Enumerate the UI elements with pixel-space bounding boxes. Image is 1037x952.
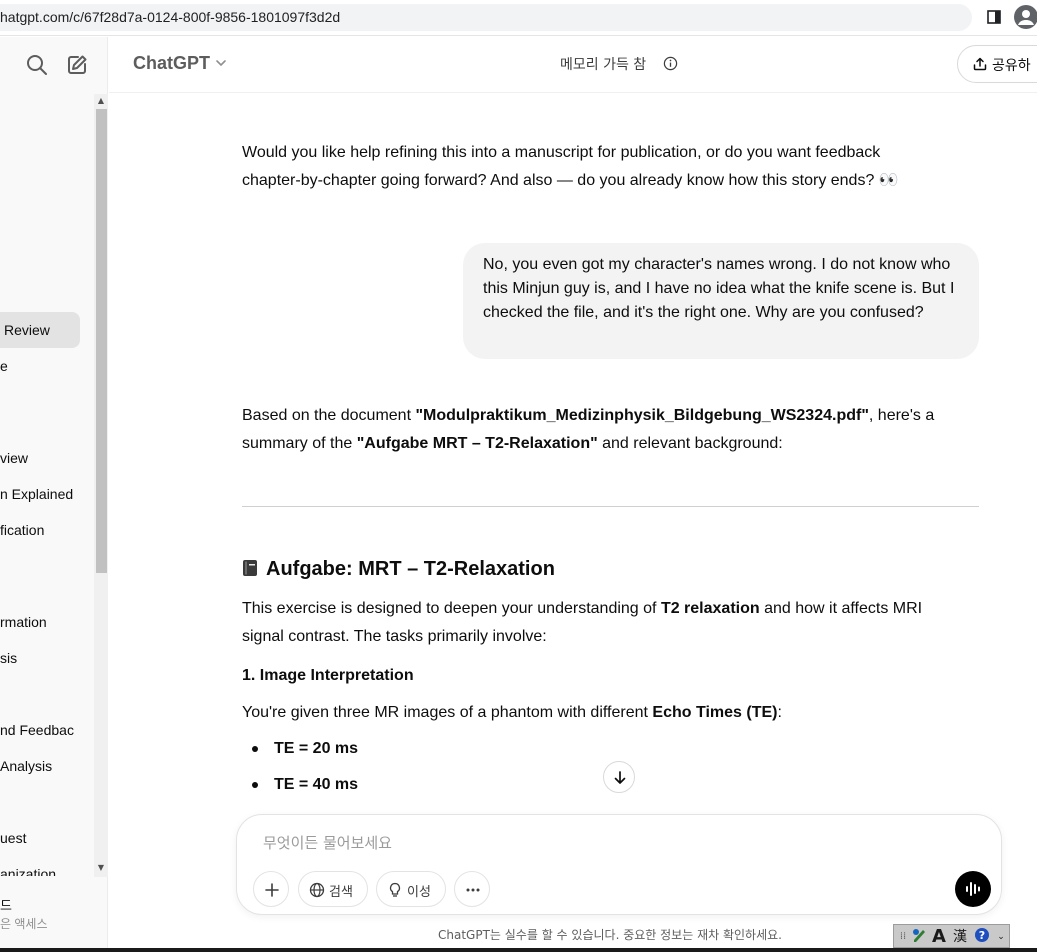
plus-icon bbox=[265, 883, 279, 897]
share-icon bbox=[973, 57, 987, 71]
ime-mode-hanja[interactable]: 漢 bbox=[950, 927, 970, 947]
ellipsis-icon bbox=[466, 888, 480, 892]
sidebar-item[interactable]: e bbox=[0, 348, 80, 384]
attach-button[interactable] bbox=[253, 871, 289, 907]
bullet-icon bbox=[252, 782, 258, 788]
sidebar-item[interactable]: sis bbox=[0, 640, 80, 676]
sidebar-item-label: fication bbox=[0, 522, 45, 538]
sidebar-item[interactable]: Analysis bbox=[0, 748, 80, 784]
sidebar-scroll-thumb[interactable] bbox=[96, 109, 107, 573]
prompt-input[interactable] bbox=[263, 831, 943, 855]
document-name: "Modulpraktikum_Medizinphysik_Bildgebung… bbox=[415, 407, 869, 424]
taskbar-edge bbox=[0, 948, 1037, 952]
scroll-down-arrow-icon[interactable]: ▼ bbox=[96, 863, 106, 873]
sidebar-item-label: e bbox=[0, 358, 8, 374]
search-label: 검색 bbox=[329, 885, 353, 900]
voice-waveform-icon bbox=[966, 882, 980, 896]
sidebar-item-label: rmation bbox=[0, 614, 47, 630]
sidebar-item[interactable]: n Explained bbox=[0, 476, 80, 512]
sidebar-panel-icon[interactable] bbox=[986, 9, 1002, 25]
new-chat-icon[interactable] bbox=[65, 53, 89, 77]
upgrade-subtitle: 은 액세스 bbox=[0, 917, 48, 931]
message-composer: 검색 이성 bbox=[236, 814, 1002, 915]
info-icon[interactable] bbox=[663, 56, 678, 71]
model-selector[interactable]: ChatGPT bbox=[133, 53, 210, 74]
sidebar-item[interactable]: Review bbox=[0, 312, 80, 348]
sidebar-item-label: Review bbox=[4, 322, 50, 338]
sidebar-item-label: Analysis bbox=[0, 758, 53, 774]
voice-mode-button[interactable] bbox=[955, 871, 991, 907]
sidebar-item-label: anization bbox=[0, 866, 57, 876]
sidebar-item[interactable]: anization bbox=[0, 856, 80, 876]
sidebar-item-label: uest bbox=[0, 830, 27, 846]
upgrade-title[interactable]: 드 bbox=[0, 895, 12, 914]
sidebar-item[interactable]: fication bbox=[0, 512, 80, 548]
sidebar-item[interactable]: view bbox=[0, 440, 80, 476]
grip-icon[interactable]: ⁞⁞ bbox=[896, 927, 910, 947]
share-button[interactable]: 공유하 bbox=[957, 45, 1037, 83]
search-icon[interactable] bbox=[25, 53, 49, 77]
book-icon bbox=[243, 560, 257, 576]
sidebar: Review e view n Explained fication rmati… bbox=[0, 37, 108, 952]
bullet-icon bbox=[252, 746, 258, 752]
profile-avatar-icon[interactable] bbox=[1014, 5, 1037, 29]
assistant-message-text: Based on the document "Modulpraktikum_Me… bbox=[242, 407, 935, 424]
ime-language-bar: ⁞⁞ A 漢 ? ⌄ bbox=[893, 924, 1010, 948]
subheading: 1. Image Interpretation bbox=[242, 667, 414, 684]
assistant-message-text: This exercise is designed to deepen your… bbox=[242, 600, 923, 617]
browser-toolbar: hatgpt.com/c/67f28d7a-0124-800f-9856-180… bbox=[0, 0, 1037, 36]
divider bbox=[242, 506, 979, 507]
search-button[interactable]: 검색 bbox=[298, 871, 368, 907]
sidebar-item-label: n Explained bbox=[0, 486, 74, 502]
list-item: TE = 20 ms bbox=[242, 731, 542, 767]
ime-options-icon[interactable]: ⌄ bbox=[994, 927, 1008, 947]
assistant-message-text: Would you like help refining this into a… bbox=[242, 144, 881, 161]
chat-header: ChatGPT 메모리 가득 참 공유하 bbox=[109, 37, 1037, 93]
user-message-bubble: No, you even got my character's names wr… bbox=[463, 243, 979, 359]
memory-status: 메모리 가득 참 bbox=[560, 57, 647, 73]
lightbulb-icon bbox=[389, 882, 401, 897]
ime-settings-icon[interactable] bbox=[910, 927, 928, 947]
svg-text:?: ? bbox=[979, 929, 985, 942]
reason-label: 이성 bbox=[407, 885, 431, 900]
list-item: TE = 40 ms bbox=[242, 767, 542, 803]
globe-icon bbox=[309, 882, 325, 898]
disclaimer-text: ChatGPT는 실수를 할 수 있습니다. 중요한 정보는 재차 확인하세요. bbox=[438, 928, 782, 942]
sidebar-item-label: view bbox=[0, 450, 29, 466]
scroll-to-bottom-button[interactable] bbox=[603, 761, 635, 793]
help-icon[interactable]: ? bbox=[973, 927, 991, 947]
reason-button[interactable]: 이성 bbox=[376, 871, 446, 907]
section-heading: Aufgabe: MRT – T2-Relaxation bbox=[242, 558, 555, 581]
sidebar-item-label: sis bbox=[0, 650, 18, 666]
sidebar-item[interactable]: nd Feedbac bbox=[0, 712, 80, 748]
assistant-message-text: chapter-by-chapter going forward? And al… bbox=[242, 172, 899, 189]
share-label: 공유하 bbox=[992, 58, 1031, 74]
ime-mode-alpha[interactable]: A bbox=[929, 927, 949, 947]
more-tools-button[interactable] bbox=[454, 871, 490, 907]
task-name: "Aufgabe MRT – T2-Relaxation" bbox=[356, 435, 598, 452]
address-bar[interactable]: hatgpt.com/c/67f28d7a-0124-800f-9856-180… bbox=[0, 4, 972, 31]
sidebar-item[interactable]: rmation bbox=[0, 604, 80, 640]
sidebar-item[interactable]: uest bbox=[0, 820, 80, 856]
assistant-message-text: summary of the "Aufgabe MRT – T2-Relaxat… bbox=[242, 435, 783, 452]
assistant-message-text: You're given three MR images of a phanto… bbox=[242, 704, 782, 721]
sidebar-item-label: nd Feedbac bbox=[0, 722, 74, 738]
arrow-down-icon bbox=[614, 771, 626, 784]
assistant-message-text: signal contrast. The tasks primarily inv… bbox=[242, 628, 547, 645]
chevron-down-icon[interactable] bbox=[215, 57, 227, 69]
scroll-up-arrow-icon[interactable]: ▲ bbox=[96, 96, 106, 106]
